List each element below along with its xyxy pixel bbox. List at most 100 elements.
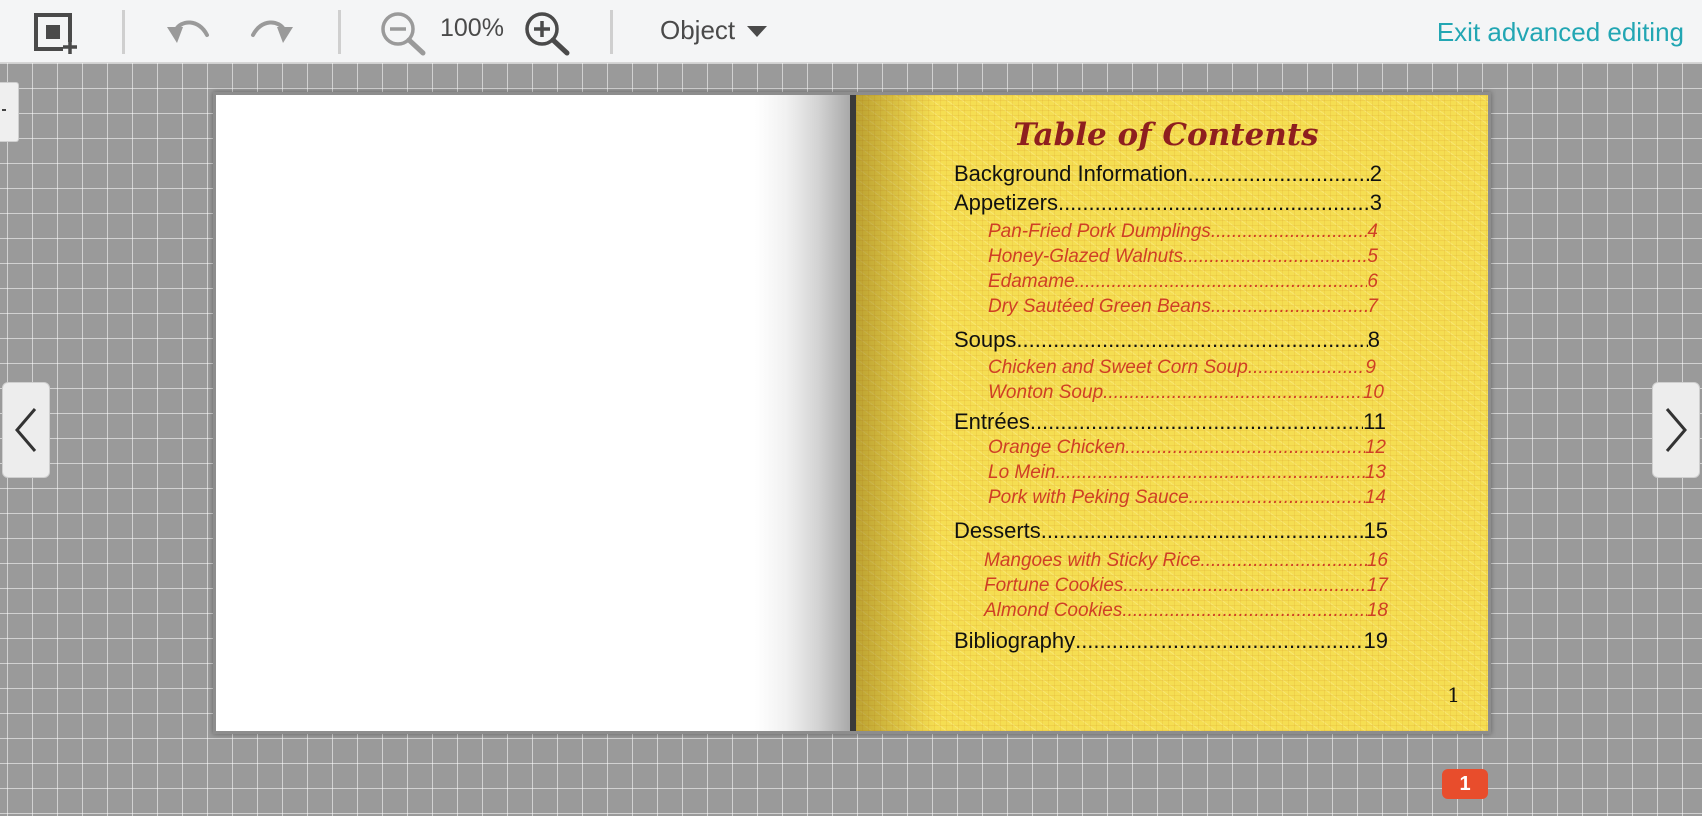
toc-section-entry[interactable]: Desserts................................… <box>954 518 1388 544</box>
toc-leader-dots: ........................................… <box>1210 296 1368 317</box>
toc-entry-page: 4 <box>1367 221 1378 242</box>
toc-entry-label: Wonton Soup <box>988 382 1104 403</box>
toc-entry-page: 5 <box>1367 246 1378 267</box>
mode-label: Object <box>660 14 736 45</box>
toc-entry-page: 2 <box>1369 161 1382 186</box>
redo-button[interactable] <box>248 12 298 52</box>
toc-entry-page: 18 <box>1366 600 1388 621</box>
next-page-button[interactable] <box>1652 382 1700 478</box>
toc-entry-page: 13 <box>1364 462 1386 483</box>
side-panel-toggle[interactable] <box>0 82 19 142</box>
toc-entry-label: Background Information <box>954 161 1188 186</box>
toc-entry-page: 16 <box>1366 550 1388 571</box>
toc-entry-page: 8 <box>1367 327 1380 352</box>
zoom-out-icon <box>381 12 426 56</box>
toc-leader-dots: ........................................… <box>1075 628 1364 653</box>
toc-entry-label: Chicken and Sweet Corn Soup <box>988 357 1248 378</box>
toc-title[interactable]: Table of Contents <box>856 117 1482 153</box>
toc-entry-page: 14 <box>1364 487 1386 508</box>
toc-leader-dots: ........................................… <box>1210 221 1368 242</box>
toc-entry-page: 7 <box>1367 296 1378 317</box>
toc-entry-label: Mangoes with Sticky Rice <box>984 550 1201 571</box>
zoom-level: 100% <box>440 14 504 42</box>
toc-recipe-entry[interactable]: Edamame.................................… <box>988 271 1378 293</box>
toc-leader-dots: ........................................… <box>1074 271 1368 292</box>
toc-leader-dots: ........................................… <box>1055 462 1365 483</box>
toc-leader-dots: ........................................… <box>1029 409 1363 434</box>
toc-entry-page: 6 <box>1367 271 1378 292</box>
mode-dropdown[interactable]: Object <box>660 12 768 48</box>
left-page[interactable] <box>216 95 850 731</box>
toolbar-divider <box>338 10 341 54</box>
toc-leader-dots: ........................................… <box>1183 246 1368 267</box>
right-page[interactable]: Table of Contents Background Information… <box>856 95 1488 731</box>
toc-recipe-entry[interactable]: Almond Cookies..........................… <box>984 600 1388 622</box>
toc-recipe-entry[interactable]: Pan-Fried Pork Dumplings................… <box>988 221 1378 243</box>
toolbar: 100% Object Exit advanced editing <box>0 0 1702 63</box>
toc-entry-label: Desserts <box>954 518 1041 543</box>
toc-leader-dots: ........................................… <box>1123 575 1367 596</box>
exit-advanced-editing-link[interactable]: Exit advanced editing <box>1437 17 1684 48</box>
toc-entry-label: Orange Chicken <box>988 437 1126 458</box>
toc-entry-page: 17 <box>1366 575 1388 596</box>
chevron-right-icon <box>1665 408 1687 452</box>
toc-section-entry[interactable]: Appetizers..............................… <box>954 190 1382 216</box>
zoom-in-icon <box>525 12 570 56</box>
panel-handle-icon <box>2 109 6 111</box>
toc-entry-label: Almond Cookies <box>984 600 1123 621</box>
add-frame-button[interactable] <box>32 12 80 54</box>
toc-leader-dots: ........................................… <box>1057 190 1370 215</box>
zoom-in-button[interactable] <box>522 10 572 56</box>
toc-entry-label: Dry Sautéed Green Beans <box>988 296 1211 317</box>
zoom-out-button[interactable] <box>378 10 428 56</box>
toc-recipe-entry[interactable]: Lo Mein.................................… <box>988 462 1386 484</box>
undo-button[interactable] <box>162 12 212 52</box>
toc-entry-page: 12 <box>1364 437 1386 458</box>
page-number: 1 <box>1447 683 1460 707</box>
toc-entry-label: Appetizers <box>954 190 1058 215</box>
toc-entry-label: Edamame <box>988 271 1075 292</box>
toc-leader-dots: ........................................… <box>1247 357 1366 378</box>
toc-entry-label: Soups <box>954 327 1017 352</box>
toc-section-entry[interactable]: Bibliography............................… <box>954 628 1388 654</box>
toc-recipe-entry[interactable]: Honey-Glazed Walnuts....................… <box>988 246 1378 268</box>
toc-recipe-entry[interactable]: Fortune Cookies.........................… <box>984 575 1388 597</box>
toc-leader-dots: ........................................… <box>1187 161 1370 186</box>
toc-entry-page: 15 <box>1363 518 1388 543</box>
toc-leader-dots: ........................................… <box>1122 600 1367 621</box>
chevron-left-icon <box>15 408 37 452</box>
toc-leader-dots: ........................................… <box>1016 327 1367 352</box>
toc-recipe-entry[interactable]: Orange Chicken..........................… <box>988 437 1386 459</box>
toc-recipe-entry[interactable]: Pork with Peking Sauce..................… <box>988 487 1386 509</box>
page-badge: 1 <box>1442 769 1488 799</box>
redo-icon <box>251 20 293 43</box>
toc-entry-page: 11 <box>1363 409 1386 434</box>
add-frame-icon <box>34 13 77 54</box>
toc-entry-label: Honey-Glazed Walnuts <box>988 246 1184 267</box>
toc-entry-label: Pork with Peking Sauce <box>988 487 1189 508</box>
toolbar-divider <box>610 10 613 54</box>
toc-recipe-entry[interactable]: Mangoes with Sticky Rice................… <box>984 550 1388 572</box>
toc-entry-label: Fortune Cookies <box>984 575 1124 596</box>
toc-section-entry[interactable]: Entrées.................................… <box>954 409 1386 435</box>
toc-entry-page: 3 <box>1369 190 1382 215</box>
toc-leader-dots: ........................................… <box>1103 382 1363 403</box>
toc-section-entry[interactable]: Background Information..................… <box>954 161 1382 187</box>
toc-entry-label: Pan-Fried Pork Dumplings <box>988 221 1211 242</box>
previous-page-button[interactable] <box>2 382 50 478</box>
toc-leader-dots: ........................................… <box>1200 550 1366 571</box>
book-spread: Table of Contents Background Information… <box>213 92 1491 734</box>
toc-leader-dots: ........................................… <box>1040 518 1364 543</box>
toolbar-divider <box>122 10 125 54</box>
toc-entry-page: 10 <box>1362 382 1384 403</box>
toc-leader-dots: ........................................… <box>1188 487 1365 508</box>
toc-recipe-entry[interactable]: Dry Sautéed Green Beans.................… <box>988 296 1378 318</box>
chevron-down-icon <box>747 26 768 37</box>
toc-recipe-entry[interactable]: Chicken and Sweet Corn Soup.............… <box>988 357 1376 379</box>
toc-entry-label: Entrées <box>954 409 1030 434</box>
toc-recipe-entry[interactable]: Wonton Soup.............................… <box>988 382 1384 404</box>
toc-leader-dots: ........................................… <box>1125 437 1365 458</box>
toc-entry-page: 9 <box>1365 357 1376 378</box>
toc-section-entry[interactable]: Soups...................................… <box>954 327 1380 353</box>
toc-entry-label: Lo Mein <box>988 462 1056 483</box>
